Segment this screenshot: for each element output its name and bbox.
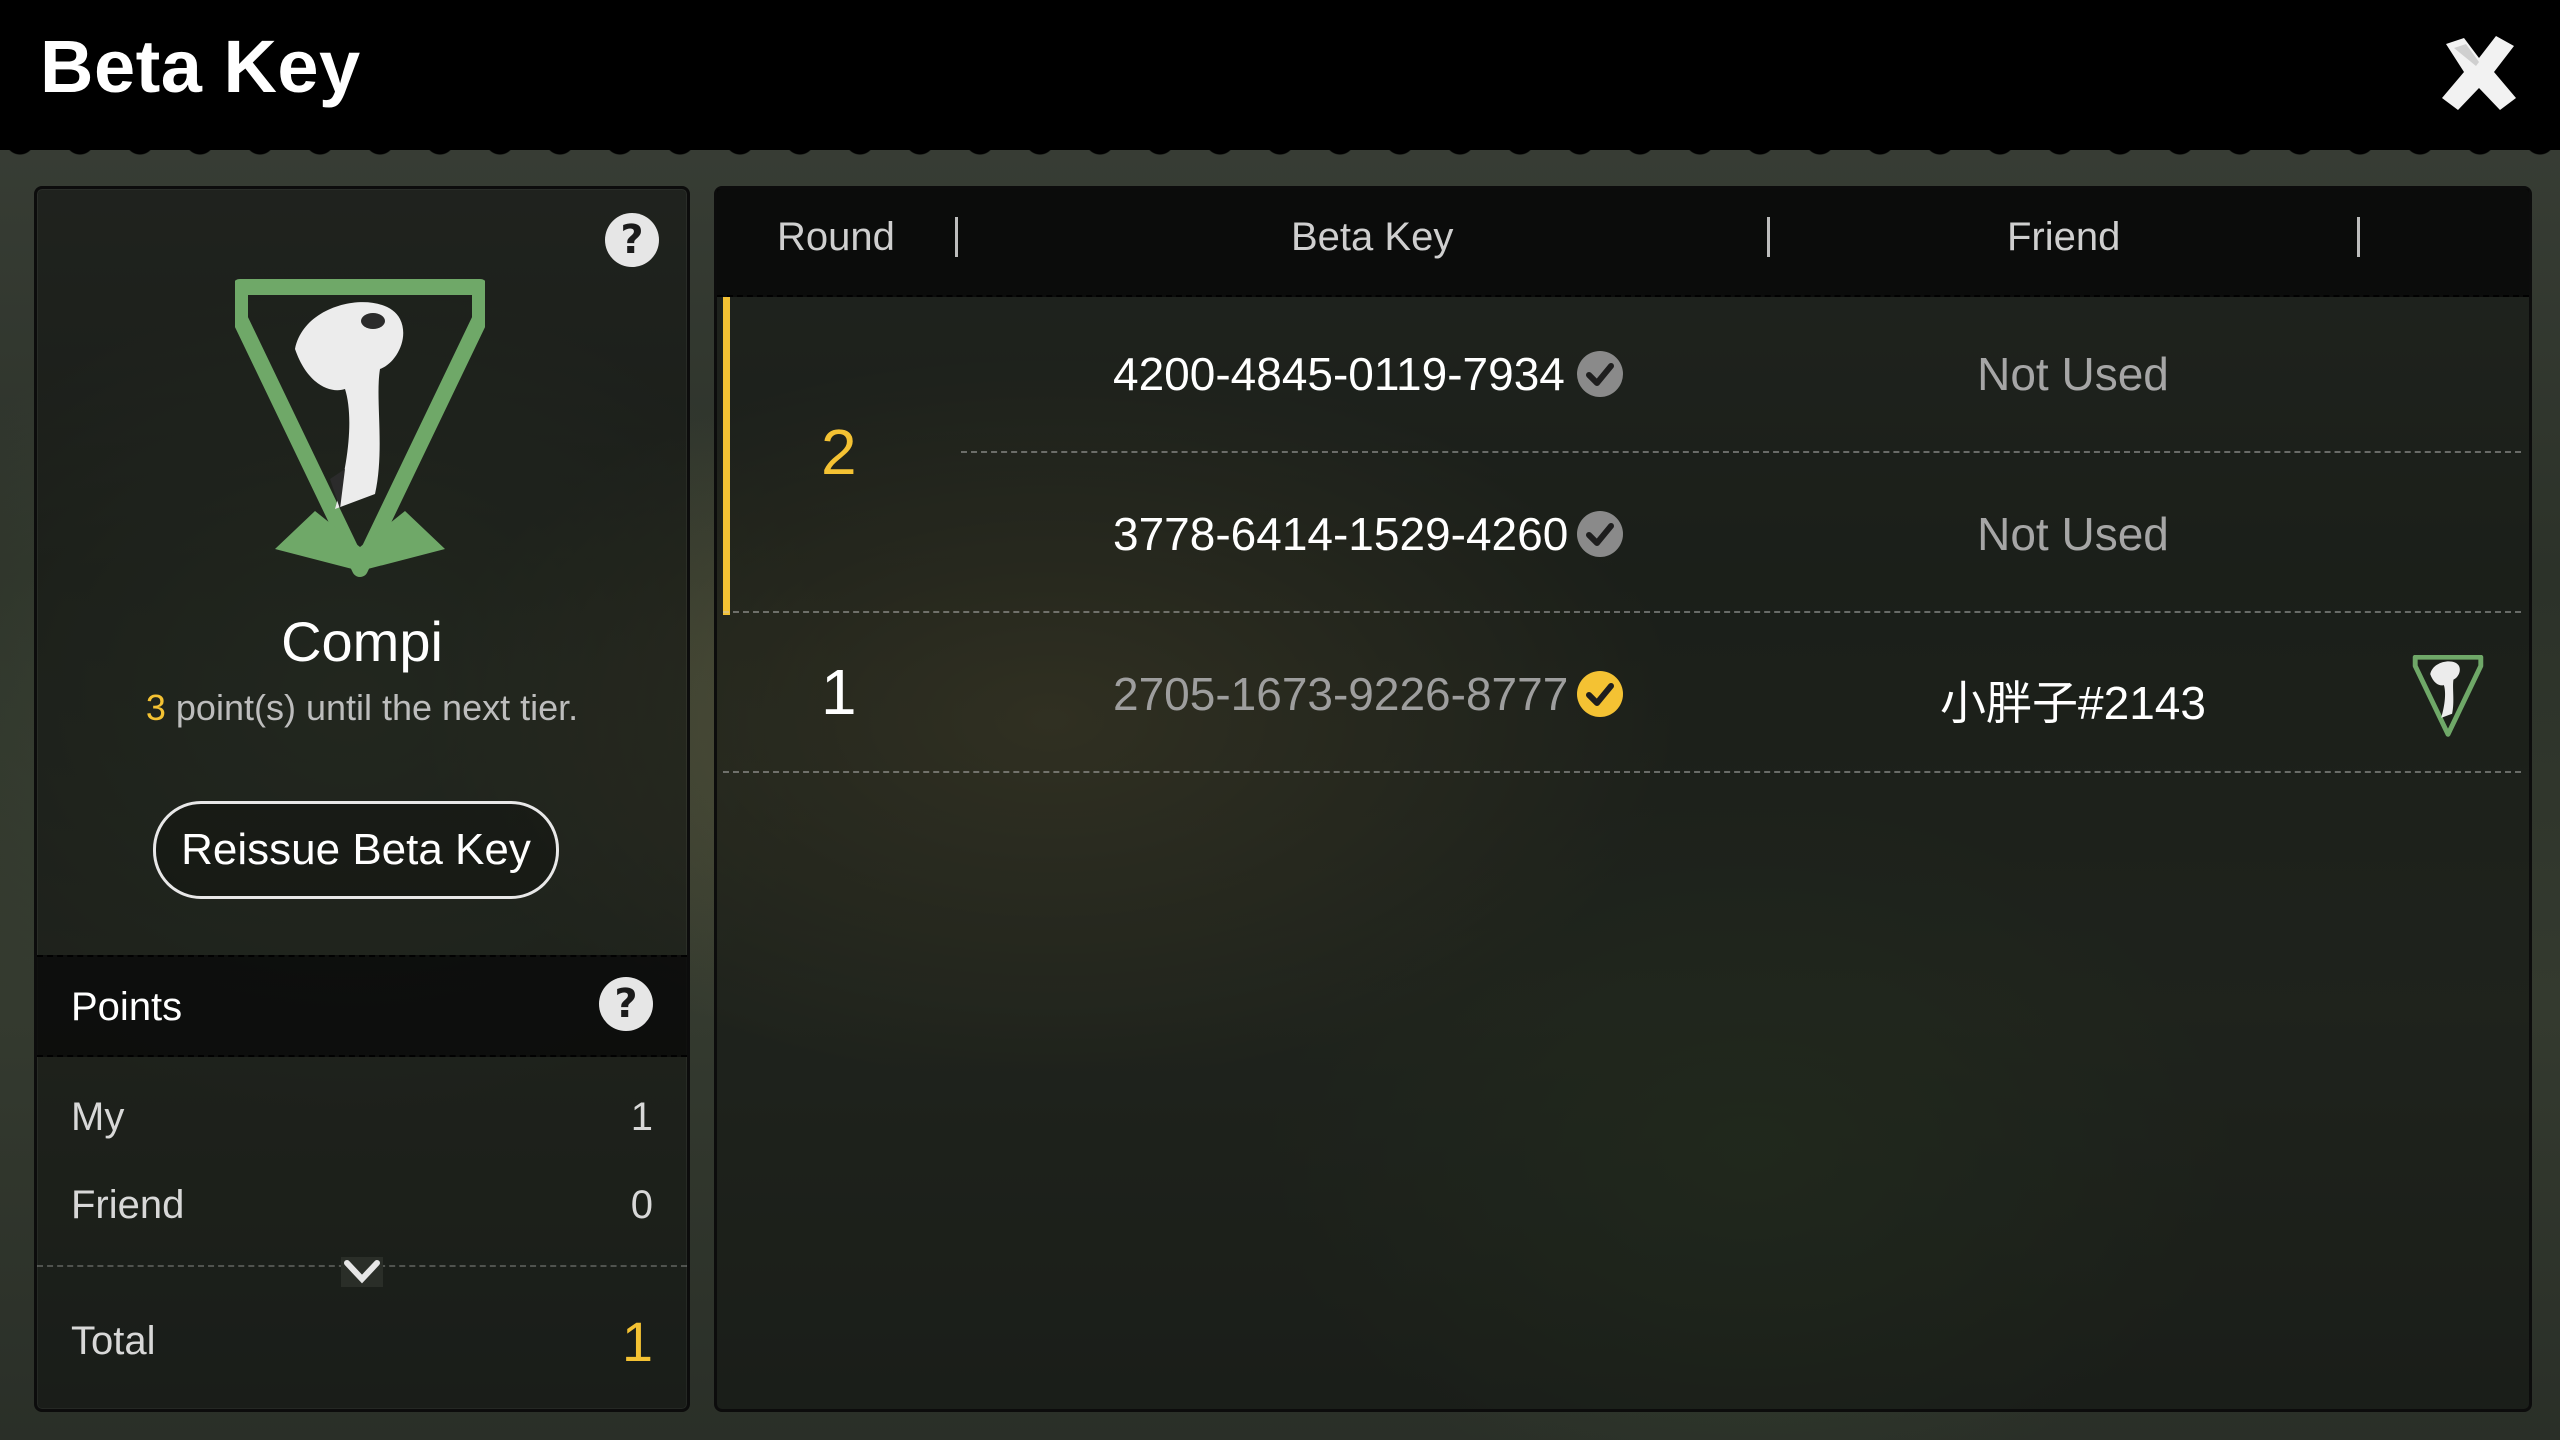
column-header-round: Round: [777, 215, 895, 259]
top-bar: Beta Key: [0, 0, 2560, 164]
beta-key-table: Round Beta Key Friend 2 4200-4845-0119-7…: [714, 186, 2532, 1412]
round-highlight-bar: [723, 297, 730, 615]
friend-name: 小胖子#2143: [1940, 677, 2206, 729]
raptor-shield-icon: [2409, 654, 2487, 737]
total-points-row: Total 1: [71, 1310, 653, 1373]
points-needed: 3: [145, 687, 166, 728]
points-header: Points ?: [37, 955, 687, 1057]
row-divider: [723, 771, 2521, 773]
round-number: 1: [821, 656, 857, 728]
reissue-beta-key-button[interactable]: Reissue Beta Key: [153, 801, 559, 899]
check-icon: [1577, 671, 1623, 717]
my-points-row: My 1: [71, 1095, 653, 1140]
friend-points-label: Friend: [71, 1183, 185, 1227]
total-points-label: Total: [71, 1319, 156, 1363]
close-icon[interactable]: [2436, 30, 2522, 116]
progress-suffix: point(s) until the next tier.: [165, 687, 579, 728]
chevron-down-icon[interactable]: [341, 1257, 383, 1287]
column-divider: [2357, 217, 2360, 257]
check-icon: [1577, 351, 1623, 397]
column-divider: [1767, 217, 1770, 257]
friend-status: Not Used: [1977, 348, 2169, 400]
friend-status: Not Used: [1977, 508, 2169, 560]
points-title: Points: [71, 985, 183, 1029]
friend-points-value: 0: [630, 1183, 653, 1227]
page-title: Beta Key: [40, 25, 361, 108]
beta-key-value[interactable]: 4200-4845-0119-7934: [1113, 347, 1565, 401]
raptor-shield-icon: [232, 279, 488, 579]
beta-key-value[interactable]: 2705-1673-9226-8777: [1113, 667, 1568, 721]
tier-progress-text: 3 point(s) until the next tier.: [37, 687, 687, 729]
points-help-icon[interactable]: ?: [599, 977, 653, 1031]
column-header-friend: Friend: [2007, 215, 2121, 259]
check-icon: [1577, 511, 1623, 557]
row-divider: [723, 611, 2521, 613]
total-points-value: 1: [621, 1310, 653, 1373]
table-header: Round Beta Key Friend: [717, 189, 2529, 297]
beta-key-value[interactable]: 3778-6414-1529-4260: [1113, 507, 1568, 561]
round-number: 2: [821, 416, 857, 488]
my-points-label: My: [71, 1095, 125, 1139]
tier-name: Compi: [281, 610, 443, 673]
my-points-value: 1: [630, 1095, 653, 1139]
help-icon[interactable]: ?: [605, 213, 659, 267]
column-divider: [955, 217, 958, 257]
row-divider: [961, 451, 2521, 453]
column-header-beta-key: Beta Key: [1291, 215, 1454, 259]
tier-panel: ? Compi 3 point(s) until the next tier. …: [34, 186, 690, 1412]
friend-points-row: Friend 0: [71, 1183, 653, 1228]
